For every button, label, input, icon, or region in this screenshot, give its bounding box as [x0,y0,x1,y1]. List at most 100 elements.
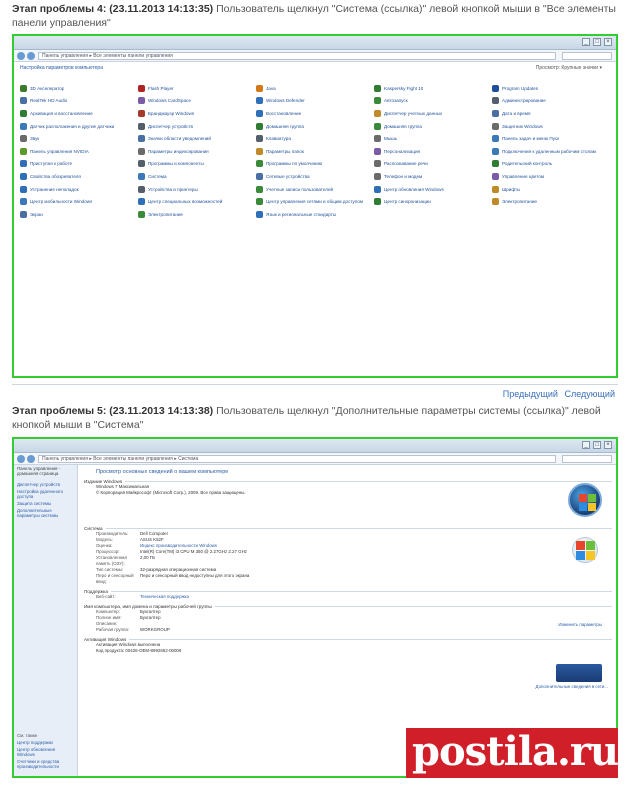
control-panel-item[interactable]: Windows CardSpace [138,95,252,108]
control-panel-item[interactable]: Дата и время [492,107,606,120]
control-panel-item-icon [20,147,27,155]
control-panel-item[interactable]: Program Updates [492,82,606,95]
divider [12,384,618,385]
control-panel-item[interactable]: Клавиатура [256,132,370,145]
control-panel-item-label: Автозапуск [384,98,408,104]
control-panel-item[interactable]: Центр мобильности Windows [20,195,134,208]
control-panel-item[interactable]: Учетные записи пользователей [256,183,370,196]
control-panel-item[interactable]: Архивация и восстановление [20,107,134,120]
close-icon[interactable]: × [604,38,612,46]
control-panel-item[interactable]: 3D Акселератор [20,82,134,95]
sidebar-home-link[interactable]: Панель управления - домашняя страница [14,465,77,477]
control-panel-item[interactable]: Звук [20,132,134,145]
control-panel-item[interactable]: Электропитание [138,208,252,221]
control-panel-item[interactable]: Приступая к работе [20,158,134,171]
control-panel-item[interactable]: Электропитание [492,195,606,208]
control-panel-item-label: Панель управления NVIDIA [30,148,89,154]
sidebar-item-device-manager[interactable]: Диспетчер устройств [14,481,77,488]
control-panel-item[interactable]: Телефон и модем [374,170,488,183]
back-arrow-icon[interactable] [17,455,25,463]
control-panel-item[interactable]: Диспетчер устройств [138,120,252,133]
sidebar-item-action-center[interactable]: Центр поддержки [14,739,77,746]
windows-logo-icon [568,483,602,517]
control-panel-item[interactable]: Свойства обозревателя [20,170,134,183]
control-panel-item[interactable]: Центр синхронизации [374,195,488,208]
window-titlebar: _ □ × [14,439,616,453]
control-panel-item[interactable]: Родительский контроль [492,158,606,171]
control-panel-item[interactable]: Устранение неполадок [20,183,134,196]
more-info-link[interactable]: Дополнительные сведения в сети... [536,684,608,689]
info-value: 2,00 ГБ [140,555,156,560]
control-panel-item[interactable]: Устройства и принтеры [138,183,252,196]
control-panel-item[interactable]: Java [256,82,370,95]
control-panel-item[interactable]: RealTek HD Audio [20,95,134,108]
sidebar-item-system-protection[interactable]: Защита системы [14,500,77,507]
control-panel-item-icon [256,160,263,168]
control-panel-item[interactable]: Значки области уведомлений [138,132,252,145]
control-panel-item-label: Администрирование [502,98,546,104]
search-input[interactable] [562,455,612,463]
forward-arrow-icon[interactable] [27,455,35,463]
control-panel-item[interactable]: Мышь [374,132,488,145]
close-icon[interactable]: × [604,441,612,449]
control-panel-item[interactable]: Датчик расположения и другие датчики [20,120,134,133]
control-panel-item[interactable]: Параметры папок [256,145,370,158]
sidebar-item-windows-update[interactable]: Центр обновления Windows [14,746,77,758]
control-panel-item[interactable]: Экран [20,208,134,221]
control-panel-item[interactable]: Управление цветом [492,170,606,183]
control-panel-item[interactable]: Панель задач и меню Пуск [492,132,606,145]
minimize-icon[interactable]: _ [582,441,590,449]
control-panel-item-label: Учетные записи пользователей [266,186,334,192]
control-panel-item[interactable]: Подключения к удаленным рабочим столам [492,145,606,158]
control-panel-item[interactable]: Администрирование [492,95,606,108]
control-panel-item[interactable]: Панель управления NVIDIA [20,145,134,158]
control-panel-item[interactable]: Язык и региональные стандарты [256,208,370,221]
step4-time: (23.11.2013 14:13:35) [109,3,214,15]
control-panel-item[interactable]: Kaspersky Fight 10 [374,82,488,95]
control-panel-item[interactable]: Домашняя группа [374,120,488,133]
control-panel-item[interactable]: Защитник Windows [492,120,606,133]
control-panel-item[interactable]: Программы по умолчанию [256,158,370,171]
control-panel-item[interactable]: Распознавание речи [374,158,488,171]
control-panel-item[interactable]: Персонализация [374,145,488,158]
control-panel-item[interactable]: Flash Player [138,82,252,95]
control-panel-item[interactable]: Система [138,170,252,183]
view-selector[interactable]: Просмотр: Крупные значки ▾ [536,65,602,71]
control-panel-item[interactable]: Сетевые устройства [256,170,370,183]
next-link[interactable]: Следующий [564,389,615,399]
control-panel-item[interactable]: Автозапуск [374,95,488,108]
control-panel-item[interactable]: Диспетчер учетных данных [374,107,488,120]
control-panel-item[interactable]: Параметры индексирования [138,145,252,158]
watermark-logo: postila.ru [412,728,619,775]
previous-link[interactable]: Предыдущий [503,389,558,399]
step5-label: Этап проблемы 5: [12,405,107,417]
control-panel-item-icon [374,185,381,193]
minimize-icon[interactable]: _ [582,38,590,46]
control-panel-item-label: Дата и время [502,110,531,116]
info-value[interactable]: Техническая поддержка [140,594,189,600]
sidebar-item-remote-settings[interactable]: Настройка удаленного доступа [14,488,77,500]
back-arrow-icon[interactable] [17,52,25,60]
address-path[interactable]: Панель управления ▸ Все элементы панели … [38,52,556,60]
control-panel-item[interactable]: Центр обновления Windows [374,183,488,196]
maximize-icon[interactable]: □ [593,441,601,449]
address-path[interactable]: Панель управления ▸ Все элементы панели … [38,455,556,463]
control-panel-item[interactable]: Домашняя группа [256,120,370,133]
search-input[interactable] [562,52,612,60]
change-settings-link[interactable]: Изменить параметры [558,622,602,627]
control-panel-item[interactable]: Шрифты [492,183,606,196]
sidebar-item-performance[interactable]: Счетчики и средства производительности [14,758,77,770]
control-panel-item[interactable]: Брандмауэр Windows [138,107,252,120]
sidebar-item-advanced-settings[interactable]: Дополнительные параметры системы [14,507,77,519]
control-panel-item[interactable]: Программы и компоненты [138,158,252,171]
control-panel-item[interactable]: Восстановление [256,107,370,120]
maximize-icon[interactable]: □ [593,38,601,46]
control-panel-item-label: Приступая к работе [30,161,73,167]
forward-arrow-icon[interactable] [27,52,35,60]
control-panel-item[interactable]: Центр управления сетями и общим доступом [256,195,370,208]
control-panel-item[interactable]: Windows Defender [256,95,370,108]
control-panel-item-label: Параметры папок [266,148,304,154]
control-panel-item-label: Электропитание [502,199,537,205]
control-panel-item[interactable]: Центр специальных возможностей [138,195,252,208]
control-panel-item-icon [374,135,381,143]
